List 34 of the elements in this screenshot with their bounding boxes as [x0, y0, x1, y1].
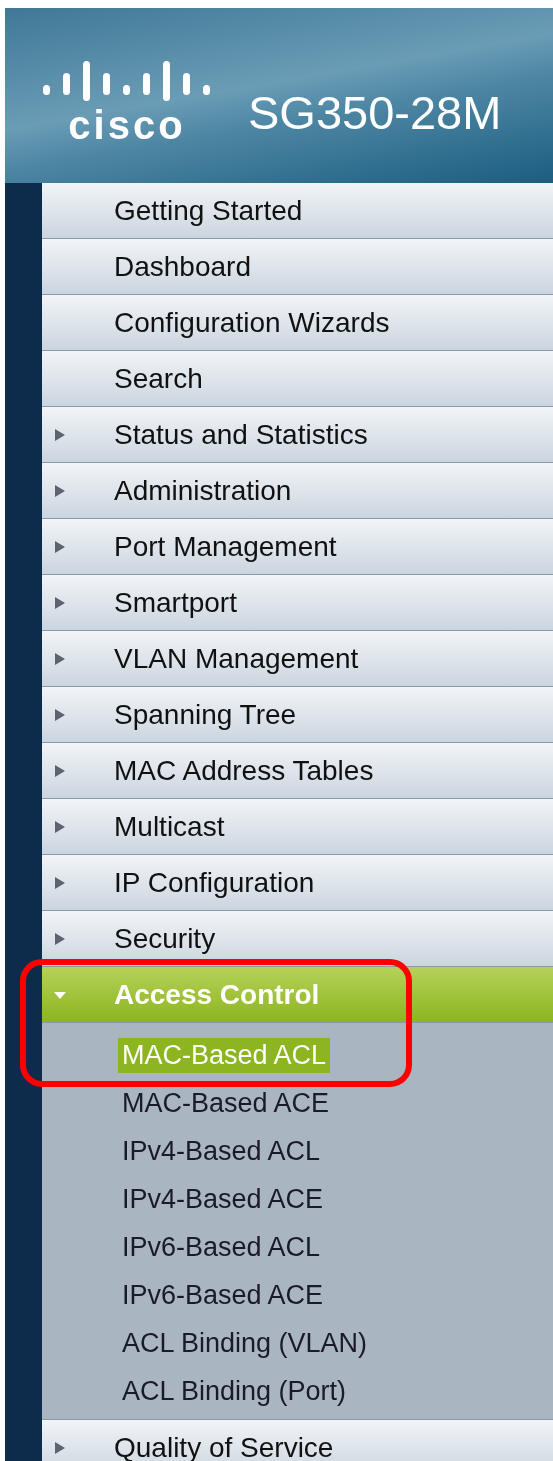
submenu-link[interactable]: ACL Binding (Port) [118, 1373, 351, 1409]
submenu-link[interactable]: ACL Binding (VLAN) [118, 1325, 372, 1361]
menu-item[interactable]: Multicast [42, 799, 553, 855]
menu-item[interactable]: Configuration Wizards [42, 295, 553, 351]
menu-item[interactable]: Administration [42, 463, 553, 519]
menu-item[interactable]: Port Management [42, 519, 553, 575]
caret-right-icon [54, 931, 66, 946]
caret-right-icon [54, 595, 66, 610]
caret-right-icon [54, 651, 66, 666]
caret-right-icon [54, 707, 66, 722]
menu-item[interactable]: VLAN Management [42, 631, 553, 687]
caret-right-icon [54, 763, 66, 778]
menu-item[interactable]: Search [42, 351, 553, 407]
submenu-link[interactable]: IPv6-Based ACL [118, 1229, 325, 1265]
submenu-link[interactable]: IPv4-Based ACL [118, 1133, 325, 1169]
menu-item[interactable]: Dashboard [42, 239, 553, 295]
caret-right-icon [54, 875, 66, 890]
caret-right-icon [54, 483, 66, 498]
caret-right-icon [54, 427, 66, 442]
submenu-link[interactable]: MAC-Based ACE [118, 1085, 334, 1121]
caret-right-icon [54, 819, 66, 834]
menu-item[interactable]: Smartport [42, 575, 553, 631]
menu-item[interactable]: Security [42, 911, 553, 967]
menu-item[interactable]: Status and Statistics [42, 407, 553, 463]
device-title: SG350-28M [248, 85, 502, 140]
menu-item[interactable]: Getting Started [42, 183, 553, 239]
caret-right-icon [54, 539, 66, 554]
caret-right-icon [54, 1440, 66, 1455]
menu-item[interactable]: Spanning Tree [42, 687, 553, 743]
logo-text: cisco [68, 104, 186, 145]
submenu-link[interactable]: IPv4-Based ACE [118, 1181, 328, 1217]
menu-item[interactable]: IP Configuration [42, 855, 553, 911]
submenu-link[interactable]: IPv6-Based ACE [118, 1277, 328, 1313]
menu-item[interactable]: MAC Address Tables [42, 743, 553, 799]
